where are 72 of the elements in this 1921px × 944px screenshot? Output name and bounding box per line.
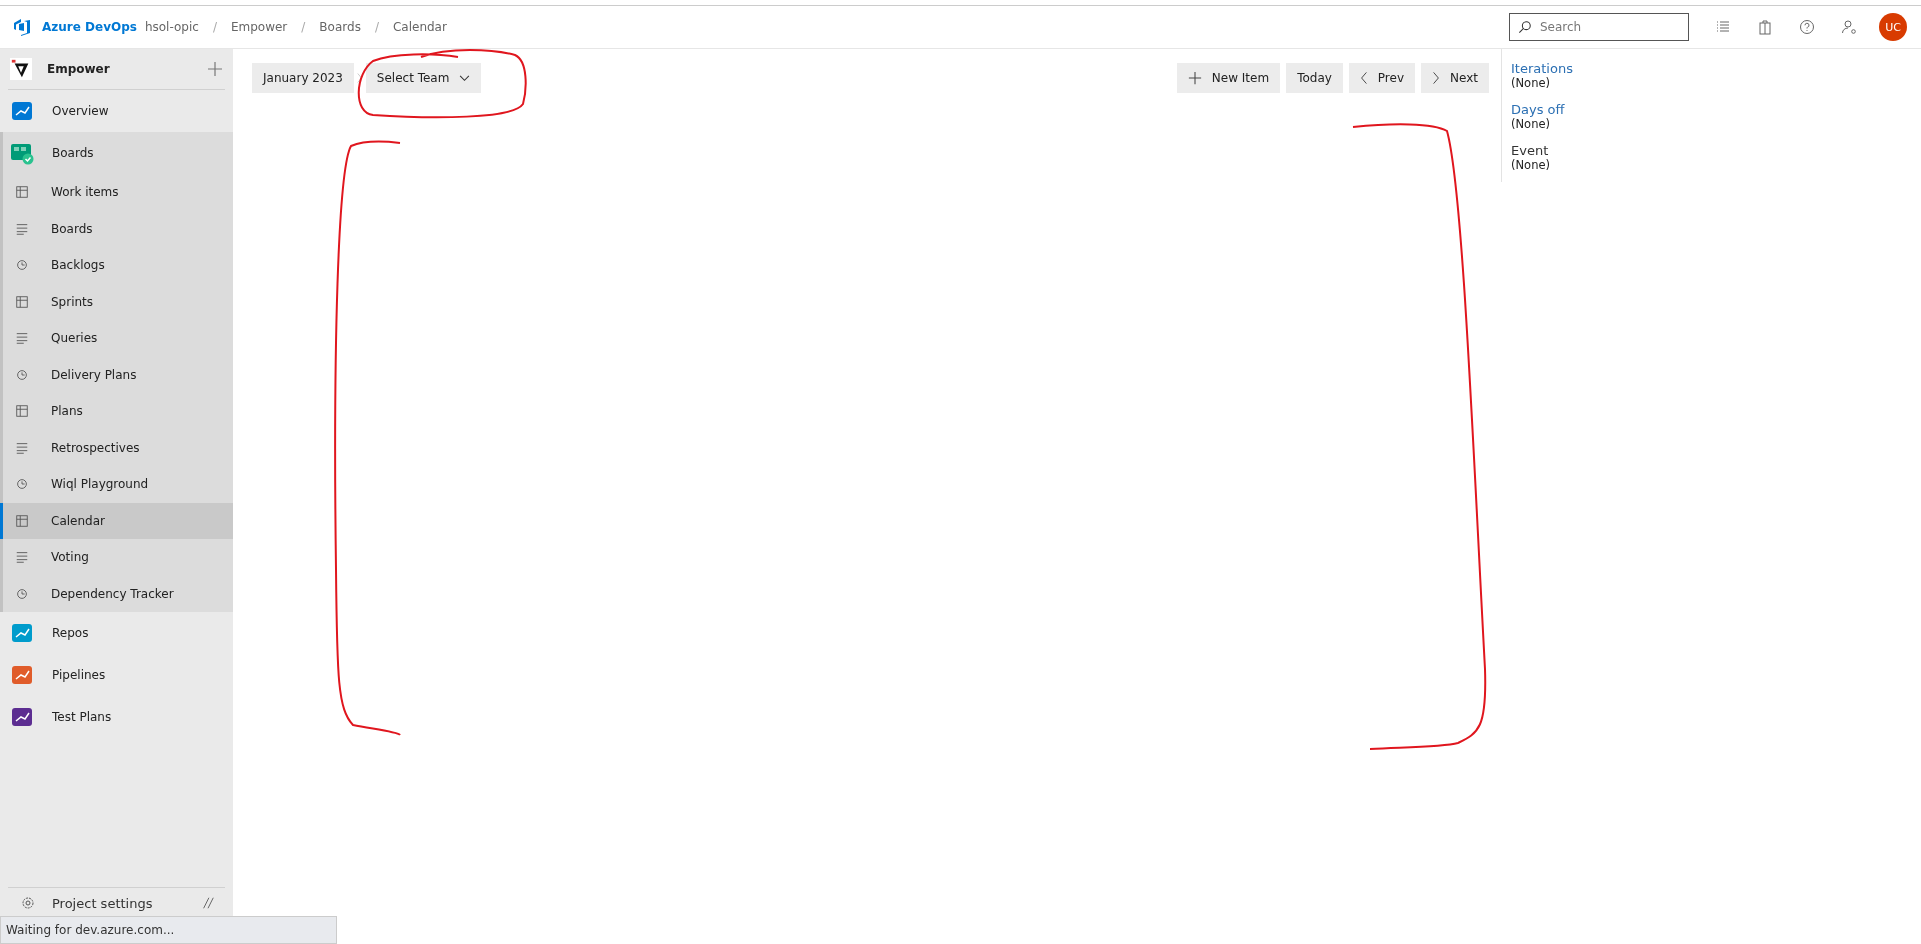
nav-icon xyxy=(15,294,29,309)
nav-item[interactable]: Dependency Tracker xyxy=(3,575,233,612)
nav-item[interactable]: Test Plans xyxy=(0,696,233,738)
prev-button[interactable]: Prev xyxy=(1348,63,1416,93)
nav-item[interactable]: Boards xyxy=(3,210,233,247)
nav-icon xyxy=(15,550,29,565)
nav-icon xyxy=(15,513,29,528)
breadcrumb-link[interactable]: Empower xyxy=(230,20,288,34)
nav-item[interactable]: Backlogs xyxy=(3,247,233,284)
nav-item[interactable]: Retrospectives xyxy=(3,429,233,466)
service-icon xyxy=(10,663,34,687)
user-avatar[interactable]: UC xyxy=(1879,13,1907,41)
nav-icon xyxy=(15,367,29,382)
today-button[interactable]: Today xyxy=(1286,63,1343,93)
next-button[interactable]: Next xyxy=(1421,63,1489,93)
nav-icon xyxy=(15,586,29,601)
new-item-button[interactable]: New Item xyxy=(1176,63,1281,93)
add-icon xyxy=(1187,71,1202,85)
nav-icon xyxy=(15,221,29,236)
breadcrumb-link[interactable]: hsol-opic xyxy=(144,20,199,34)
service-icon xyxy=(10,99,34,123)
nav-icon xyxy=(15,331,29,346)
nav-item[interactable]: Overview xyxy=(0,90,233,132)
nav-icon xyxy=(15,440,29,455)
breadcrumb-link[interactable]: Boards xyxy=(319,20,361,34)
chevron-left-icon xyxy=(1359,71,1368,85)
project-settings-link[interactable]: Project settings xyxy=(52,895,185,911)
nav-icon xyxy=(15,404,29,419)
legend-value: (None) xyxy=(1511,158,1551,172)
nav-item[interactable]: Calendar xyxy=(0,502,233,539)
nav-item[interactable]: Wiql Playground xyxy=(3,466,233,503)
boards-icon xyxy=(10,141,34,165)
nav-item[interactable]: Voting xyxy=(3,539,233,576)
legend-value: (None) xyxy=(1511,76,1551,90)
project-logo-icon xyxy=(10,58,32,80)
breadcrumb-link[interactable]: Calendar xyxy=(392,20,447,34)
chevron-icon xyxy=(356,71,363,85)
shopping-bag-icon[interactable] xyxy=(1757,19,1773,35)
legend-value: (None) xyxy=(1511,117,1551,131)
breadcrumb-separator: / xyxy=(301,20,306,34)
collapse-icon[interactable] xyxy=(201,896,215,910)
legend-title[interactable]: Iterations xyxy=(1511,61,1921,76)
user-settings-icon[interactable] xyxy=(1841,19,1857,35)
search-field[interactable]: Search xyxy=(1509,13,1689,41)
nav-icon xyxy=(15,477,29,492)
nav-item[interactable]: Boards xyxy=(3,132,233,174)
team-dropdown[interactable]: Select Team xyxy=(365,63,482,93)
settings-icon[interactable] xyxy=(20,895,36,911)
service-icon xyxy=(10,705,34,729)
product-name[interactable]: Azure DevOps xyxy=(42,20,137,34)
chevron-right-icon xyxy=(1432,71,1441,85)
nav-item[interactable]: Sprints xyxy=(3,283,233,320)
search-icon xyxy=(1518,20,1532,34)
azure-devops-logo-icon[interactable] xyxy=(12,17,32,37)
loading-status-tooltip: Waiting for dev.azure.com... xyxy=(0,916,337,944)
nav-item[interactable]: Work items xyxy=(3,174,233,211)
month-button[interactable]: January 2023 xyxy=(252,63,354,93)
breadcrumb-separator: / xyxy=(212,20,217,34)
legend-title[interactable]: Days off xyxy=(1511,102,1921,117)
nav-icon xyxy=(15,185,29,200)
breadcrumb-separator: / xyxy=(374,20,379,34)
nav-icon xyxy=(15,258,29,273)
help-icon[interactable] xyxy=(1799,19,1815,35)
legend-title: Event xyxy=(1511,143,1550,158)
nav-item[interactable]: Repos xyxy=(0,612,233,654)
nav-item[interactable]: Pipelines xyxy=(0,654,233,696)
nav-item[interactable]: Queries xyxy=(3,320,233,357)
service-icon xyxy=(10,621,34,645)
nav-item[interactable]: Delivery Plans xyxy=(3,356,233,393)
project-name[interactable]: Empower xyxy=(47,62,192,76)
caret-icon xyxy=(459,74,471,82)
nav-item[interactable]: Plans xyxy=(3,393,233,430)
